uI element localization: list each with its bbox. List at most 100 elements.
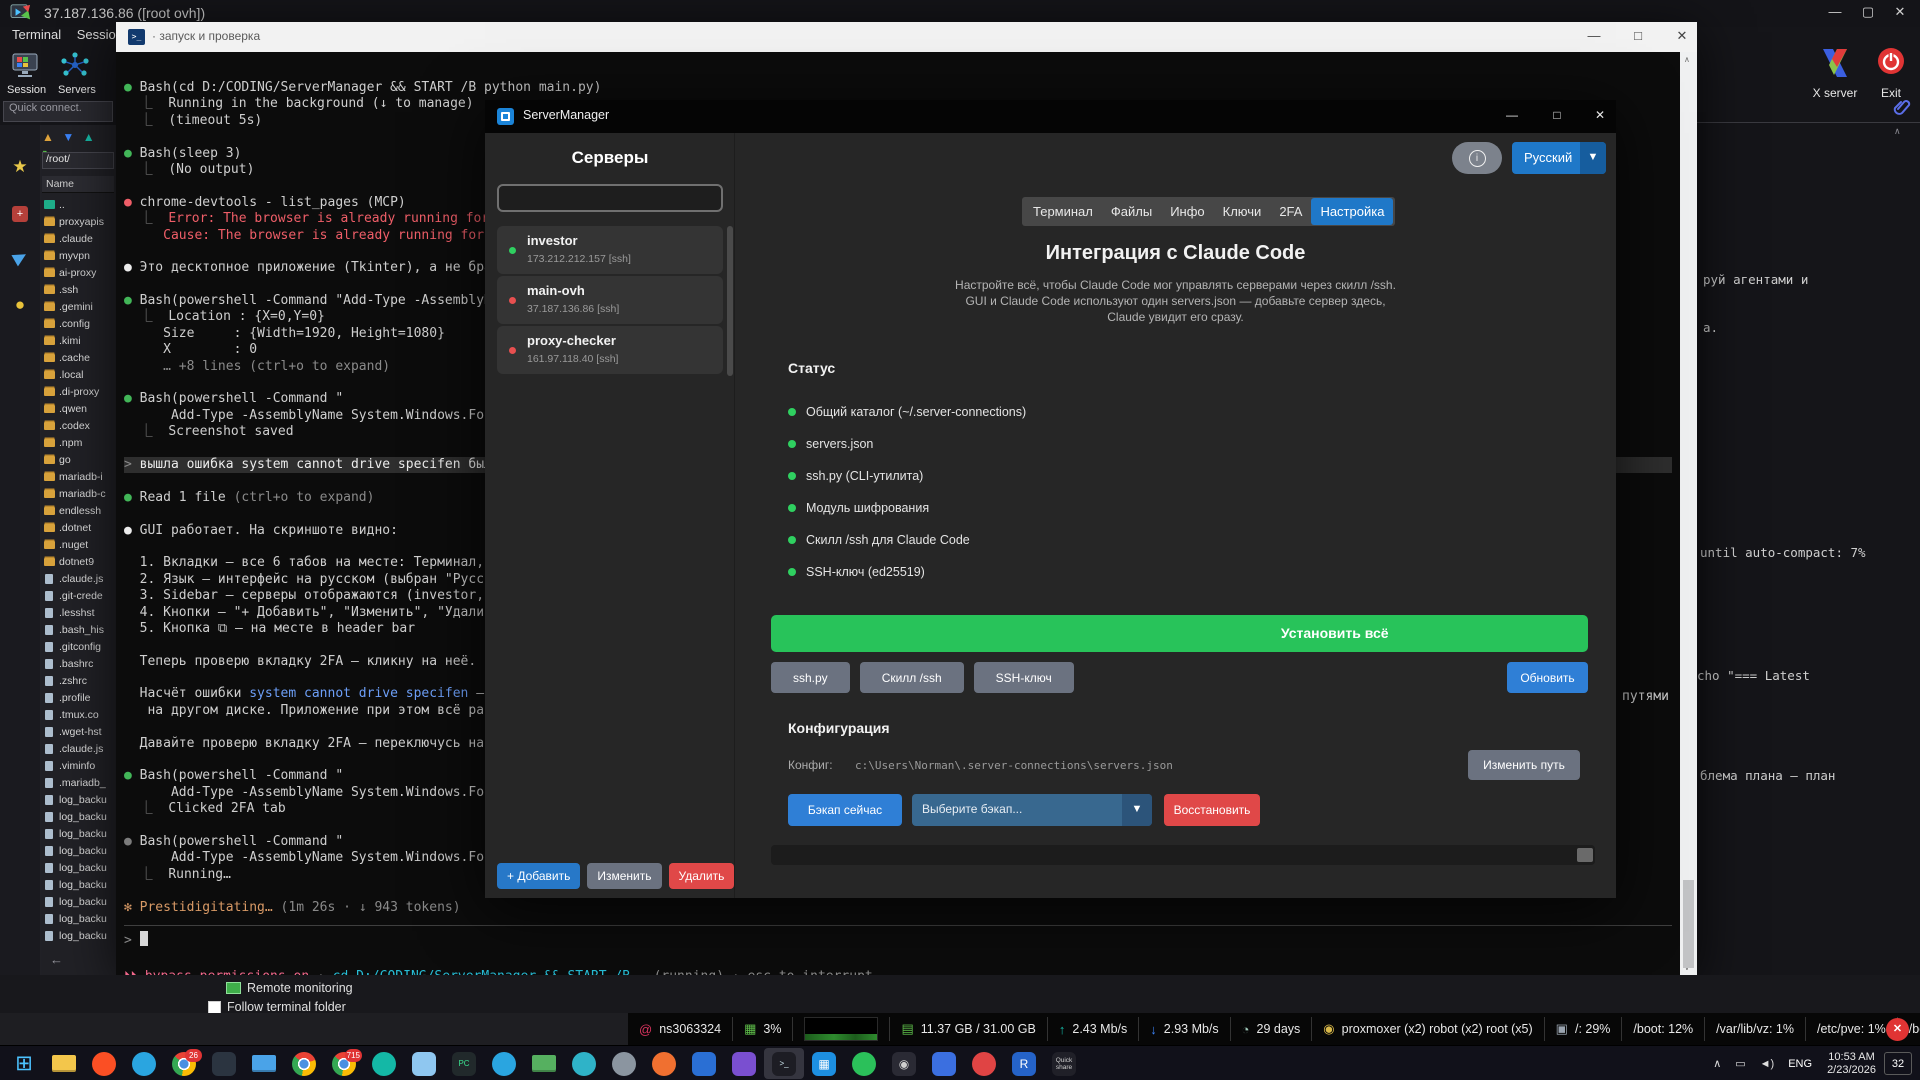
minimize-button[interactable]: — (1498, 108, 1526, 122)
file-row[interactable]: log_backu (42, 791, 116, 808)
menu-terminal[interactable]: Terminal (12, 27, 61, 42)
x-server-button[interactable]: X server (1800, 45, 1870, 100)
file-row[interactable]: .tmux.co (42, 706, 116, 723)
quick-install-button[interactable]: SSH-ключ (973, 662, 1074, 693)
files-column-header[interactable]: Name (42, 176, 114, 193)
file-row[interactable]: log_backu (42, 808, 116, 825)
file-row[interactable]: myvpn (42, 247, 116, 264)
file-row[interactable]: .cache (42, 349, 116, 366)
file-row[interactable]: .mariadb_ (42, 774, 116, 791)
tray-chevron-icon[interactable]: ∧ (1713, 1057, 1721, 1070)
r-app-icon[interactable]: R (1004, 1048, 1044, 1079)
file-row[interactable]: .gitconfig (42, 638, 116, 655)
folder-green-icon[interactable] (524, 1048, 564, 1079)
session-button[interactable] (10, 52, 44, 82)
refresh-button[interactable]: Обновить (1507, 662, 1588, 693)
add-server-button[interactable]: + Добавить (497, 863, 581, 889)
paperclip-icon[interactable] (1893, 98, 1913, 118)
server-list-item[interactable]: investor 173.212.212.157 [ssh] (497, 226, 723, 274)
server-list-item[interactable]: proxy-checker 161.97.118.40 [ssh] (497, 326, 723, 374)
tools-knife-icon[interactable]: + (8, 200, 32, 224)
camera-app-icon[interactable]: ◉ (884, 1048, 924, 1079)
games-circle-icon[interactable]: ● (8, 293, 32, 317)
chrome-icon[interactable] (284, 1048, 324, 1079)
restore-button[interactable]: Восстановить (1164, 794, 1260, 826)
tab-2FA[interactable]: 2FA (1270, 197, 1311, 226)
file-row[interactable]: .. (42, 196, 116, 213)
folder-blue-icon[interactable] (244, 1048, 284, 1079)
file-row[interactable]: .local (42, 366, 116, 383)
tab-Настройка[interactable]: Настройка (1311, 198, 1394, 225)
red-app-icon[interactable] (964, 1048, 1004, 1079)
delete-server-button[interactable]: Удалить (668, 863, 735, 889)
brave-icon[interactable] (84, 1048, 124, 1079)
maximize-button[interactable]: □ (1543, 108, 1571, 122)
horizontal-scrollbar[interactable] (771, 845, 1595, 865)
orange-app-icon[interactable] (644, 1048, 684, 1079)
file-row[interactable]: .dotnet (42, 519, 116, 536)
file-row[interactable]: .kimi (42, 332, 116, 349)
close-button[interactable]: ✕ (1667, 28, 1697, 44)
tab-Файлы[interactable]: Файлы (1102, 197, 1161, 226)
file-row[interactable]: .qwen (42, 400, 116, 417)
chrome-icon[interactable]: 26 (164, 1048, 204, 1079)
docker-icon[interactable]: ▦ (804, 1048, 844, 1079)
close-monitoring-icon[interactable]: ✕ (1886, 1018, 1909, 1041)
blue-app-icon[interactable] (684, 1048, 724, 1079)
download-icon[interactable]: ▼ (62, 130, 74, 144)
maximize-button[interactable]: □ (1623, 28, 1653, 43)
purple-app-icon[interactable] (724, 1048, 764, 1079)
file-row[interactable]: log_backu (42, 842, 116, 859)
minimize-button[interactable]: — (1579, 28, 1609, 43)
file-row[interactable]: log_backu (42, 859, 116, 876)
whatsapp-icon[interactable] (844, 1048, 884, 1079)
file-row[interactable]: .di-proxy (42, 383, 116, 400)
clock[interactable]: 10:53 AM 2/23/2026 (1827, 1051, 1876, 1077)
chrome-icon[interactable]: 715 (324, 1048, 364, 1079)
file-row[interactable]: .viminfo (42, 757, 116, 774)
terminal-prompt[interactable]: > (124, 931, 148, 948)
file-row[interactable]: .claude.js (42, 740, 116, 757)
minimize-button[interactable]: — (1820, 4, 1850, 19)
file-row[interactable]: .claude (42, 230, 116, 247)
exit-button[interactable]: Exit (1868, 45, 1914, 100)
server-list-item[interactable]: main-ovh 37.187.136.86 [ssh] (497, 276, 723, 324)
file-row[interactable]: log_backu (42, 910, 116, 927)
backup-select[interactable]: Выберите бэкап... ▼ (912, 794, 1152, 826)
speaker-icon[interactable]: ◄) (1760, 1058, 1775, 1070)
pycharm-icon[interactable]: PC (444, 1048, 484, 1079)
file-row[interactable]: .gemini (42, 298, 116, 315)
file-row[interactable]: .config (42, 315, 116, 332)
file-row[interactable]: endlessh (42, 502, 116, 519)
servers-button[interactable] (60, 52, 94, 82)
file-row[interactable]: .bashrc (42, 655, 116, 672)
install-all-button[interactable]: Установить всё (771, 615, 1588, 652)
backup-now-button[interactable]: Бэкап сейчас (788, 794, 902, 826)
quick-share-icon[interactable]: Quick share (1044, 1048, 1084, 1079)
language-indicator[interactable]: ENG (1788, 1058, 1812, 1070)
tab-Терминал[interactable]: Терминал (1024, 197, 1102, 226)
quick-connect-input[interactable]: Quick connect. (3, 101, 113, 122)
scrollbar-thumb[interactable] (1683, 880, 1694, 968)
terminal-scrollbar[interactable]: ∧ ∨ (1680, 52, 1697, 975)
remote-path-input[interactable]: /root/ (42, 152, 114, 169)
file-row[interactable]: .profile (42, 689, 116, 706)
scroll-up-icon[interactable]: ∧ (1894, 126, 1901, 137)
follow-terminal-folder-checkbox[interactable]: Follow terminal folder (208, 1000, 346, 1014)
file-row[interactable]: .bash_his (42, 621, 116, 638)
file-row[interactable]: .ssh (42, 281, 116, 298)
edit-server-button[interactable]: Изменить (587, 863, 662, 889)
edge-icon[interactable] (564, 1048, 604, 1079)
file-row[interactable]: .lesshst (42, 604, 116, 621)
close-button[interactable]: ✕ (1885, 4, 1915, 20)
upload-icon[interactable]: ▲ (83, 130, 95, 144)
notification-badge[interactable]: 32 (1884, 1052, 1912, 1075)
scrollbar-thumb[interactable] (1577, 848, 1593, 862)
file-row[interactable]: proxyapis (42, 213, 116, 230)
language-select[interactable]: Русский ▼ (1512, 142, 1606, 174)
notepad-icon[interactable] (404, 1048, 444, 1079)
tab-Инфо[interactable]: Инфо (1161, 197, 1213, 226)
messenger-icon[interactable] (484, 1048, 524, 1079)
file-explorer-icon[interactable] (44, 1048, 84, 1079)
info-button[interactable]: i (1452, 142, 1502, 174)
